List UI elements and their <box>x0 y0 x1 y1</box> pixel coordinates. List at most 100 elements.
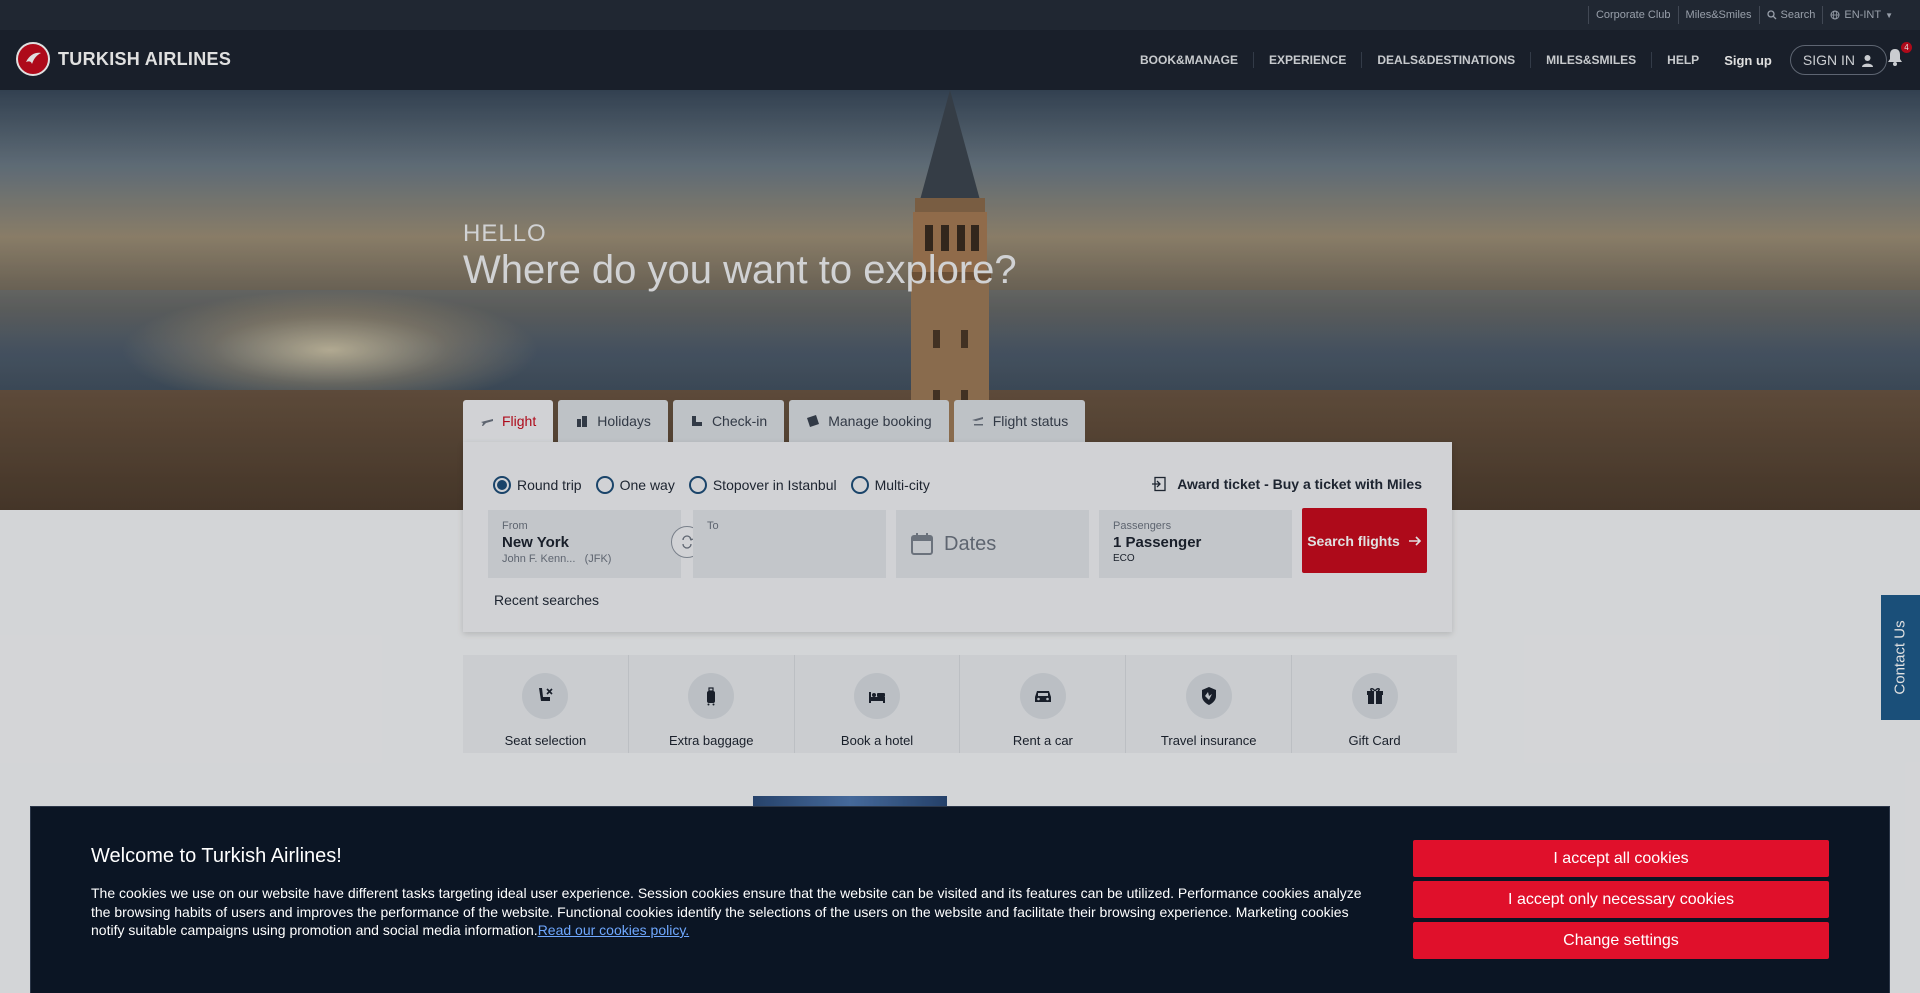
hero-title: Where do you want to explore? <box>463 248 1017 292</box>
seat-icon <box>522 673 569 719</box>
hero-greeting: HELLO <box>463 220 547 247</box>
multi-city-label: Multi-city <box>874 477 930 493</box>
miles-smiles-link[interactable]: Miles&Smiles <box>1677 6 1759 24</box>
language-label: EN-INT <box>1844 9 1882 21</box>
notification-badge: 4 <box>1901 42 1912 53</box>
search-flights-label: Search flights <box>1307 532 1400 549</box>
to-label: To <box>707 520 719 532</box>
from-airport: John F. Kenn... (JFK) <box>502 553 667 565</box>
service-seat-selection[interactable]: Seat selection <box>463 655 629 753</box>
cookie-title: Welcome to Turkish Airlines! <box>91 845 342 867</box>
swap-icon <box>682 535 694 549</box>
round-trip-label: Round trip <box>517 477 582 493</box>
award-ticket-link[interactable]: Award ticket - Buy a ticket with Miles <box>1151 476 1422 492</box>
passengers-field[interactable]: Passengers 1 Passenger ECO <box>1099 510 1292 578</box>
radio-empty-icon <box>688 476 707 494</box>
main-navigation: TURKISH AIRLINES BOOK&MANAGE EXPERIENCE … <box>0 30 1920 90</box>
accept-necessary-cookies-button[interactable]: I accept only necessary cookies <box>1413 881 1829 918</box>
radio-empty-icon <box>850 476 869 494</box>
seat-selection-label: Seat selection <box>504 733 587 748</box>
user-icon <box>1861 54 1873 67</box>
tab-holidays[interactable]: Holidays <box>558 400 668 442</box>
brand-name: TURKISH AIRLINES <box>58 48 232 69</box>
rent-car-label: Rent a car <box>1012 733 1073 748</box>
tab-flight-status-label: Flight status <box>992 413 1069 429</box>
tab-flight-status[interactable]: Flight status <box>953 400 1086 442</box>
nav-deals-destinations[interactable]: DEALS&DESTINATIONS <box>1362 52 1532 68</box>
signup-link[interactable]: Sign up <box>1714 53 1782 68</box>
change-cookie-settings-button[interactable]: Change settings <box>1413 922 1829 959</box>
book-hotel-label: Book a hotel <box>840 733 914 748</box>
plane-icon <box>481 419 493 426</box>
cookie-body-text: The cookies we use on our website have d… <box>91 885 1362 938</box>
passengers-value: 1 Passenger <box>1113 534 1202 551</box>
baggage-icon <box>688 673 735 719</box>
corporate-club-label: Corporate Club <box>1595 9 1671 21</box>
contact-us-label: Contact Us <box>1892 620 1910 695</box>
service-rent-car[interactable]: Rent a car <box>960 655 1127 753</box>
award-ticket-label: Award ticket - Buy a ticket with Miles <box>1177 476 1422 492</box>
calendar-icon <box>911 533 933 555</box>
passengers-label: Passengers <box>1113 520 1172 532</box>
from-field[interactable]: From New York John F. Kenn... (JFK) <box>488 510 681 578</box>
service-gift-card[interactable]: Gift Card <box>1292 655 1457 753</box>
search-link[interactable]: Search <box>1758 6 1823 24</box>
bed-icon <box>854 673 901 719</box>
contact-us-tab[interactable]: Contact Us <box>1881 595 1920 720</box>
gift-card-label: Gift Card <box>1348 733 1401 748</box>
radio-round-trip[interactable]: Round trip <box>493 476 582 494</box>
from-city: New York <box>502 534 569 551</box>
recent-searches-link[interactable]: Recent searches <box>494 592 599 608</box>
chevron-down-icon: ▼ <box>1885 10 1893 20</box>
radio-stopover-istanbul[interactable]: Stopover in Istanbul <box>688 476 837 494</box>
stopover-label: Stopover in Istanbul <box>712 477 837 493</box>
utility-bar: Corporate Club Miles&Smiles Search EN-IN… <box>0 0 1920 30</box>
nav-help[interactable]: HELP <box>1652 52 1714 68</box>
notifications-button[interactable]: 4 <box>1887 42 1912 70</box>
service-extra-baggage[interactable]: Extra baggage <box>628 655 795 753</box>
tab-manage-booking[interactable]: Manage booking <box>789 400 949 442</box>
nav-experience[interactable]: EXPERIENCE <box>1254 52 1363 68</box>
arrow-right-icon <box>1408 535 1421 546</box>
trip-type-options: Round trip One way Stopover in Istanbul … <box>493 476 930 494</box>
search-icon <box>1766 10 1777 20</box>
accept-all-cookies-button[interactable]: I accept all cookies <box>1413 840 1829 877</box>
service-book-hotel[interactable]: Book a hotel <box>794 655 961 753</box>
language-selector[interactable]: EN-INT ▼ <box>1822 6 1900 24</box>
tab-holidays-label: Holidays <box>597 413 651 429</box>
brand-logo[interactable]: TURKISH AIRLINES <box>16 42 231 76</box>
dates-placeholder: Dates <box>944 532 997 555</box>
from-airport-name: John F. Kenn... <box>502 553 576 565</box>
check-in-icon <box>691 416 702 426</box>
extra-services: Seat selection Extra baggage Book a hote… <box>463 655 1457 753</box>
radio-multi-city[interactable]: Multi-city <box>850 476 930 494</box>
tab-check-in[interactable]: Check-in <box>672 400 785 442</box>
extra-baggage-label: Extra baggage <box>668 733 754 748</box>
signin-label: SIGN IN <box>1802 52 1855 68</box>
service-travel-insurance[interactable]: Travel insurance <box>1126 655 1293 753</box>
nav-book-manage[interactable]: BOOK&MANAGE <box>1125 52 1254 68</box>
signin-button[interactable]: SIGN IN <box>1789 45 1887 75</box>
bell-icon <box>1888 49 1902 66</box>
cookie-policy-link[interactable]: Read our cookies policy. <box>538 922 689 938</box>
to-field[interactable]: To <box>693 510 886 578</box>
search-label: Search <box>1780 9 1816 21</box>
hero-heading: HELLO Where do you want to explore? <box>463 220 1017 293</box>
miles-smiles-label: Miles&Smiles <box>1685 9 1752 21</box>
one-way-label: One way <box>619 477 675 493</box>
radio-empty-icon <box>595 476 614 494</box>
login-arrow-icon <box>1152 476 1166 492</box>
cabin-class: ECO <box>1113 553 1135 564</box>
nav-miles-smiles[interactable]: MILES&SMILES <box>1531 52 1653 68</box>
tab-flight[interactable]: Flight <box>463 400 554 442</box>
cookie-description: The cookies we use on our website have d… <box>91 884 1381 940</box>
search-flights-button[interactable]: Search flights <box>1302 508 1427 573</box>
dates-field[interactable]: Dates <box>896 510 1089 578</box>
radio-one-way[interactable]: One way <box>595 476 675 494</box>
flight-status-icon <box>971 417 983 426</box>
booking-tabs: Flight Holidays Check-in Manage booking … <box>463 400 1086 442</box>
tab-check-in-label: Check-in <box>711 413 768 429</box>
travel-insurance-label: Travel insurance <box>1160 733 1257 748</box>
corporate-club-link[interactable]: Corporate Club <box>1587 6 1678 24</box>
car-icon <box>1019 673 1066 719</box>
